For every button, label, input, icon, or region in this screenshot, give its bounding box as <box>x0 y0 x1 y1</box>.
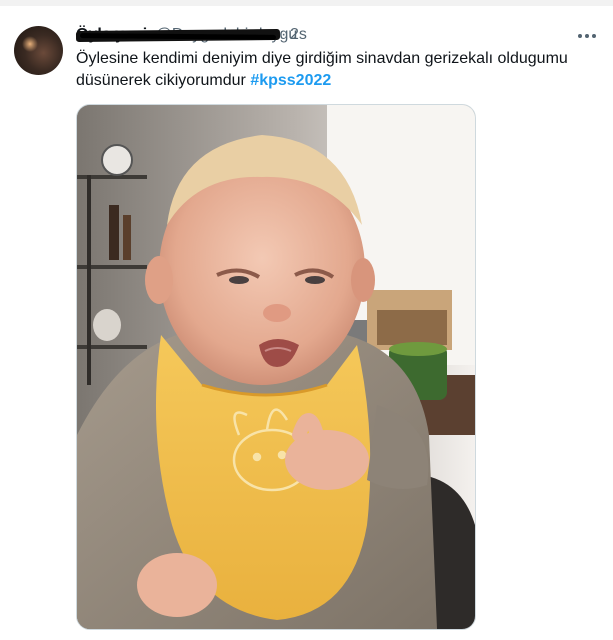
tweet-card[interactable]: Öyle yani @Duygudabirduygu · 2s Öylesine… <box>0 6 613 640</box>
timestamp[interactable]: 2s <box>290 24 307 46</box>
avatar[interactable] <box>14 26 63 75</box>
tweet-text: Öylesine kendimi deniyim diye girdiğim s… <box>76 48 576 92</box>
tweet-photo[interactable] <box>76 104 476 630</box>
separator-dot: · <box>281 26 287 43</box>
baby-photo-illustration <box>77 105 475 629</box>
hashtag-link[interactable]: #kpss2022 <box>250 72 331 89</box>
tweet-header: Öyle yani @Duygudabirduygu · 2s <box>75 24 526 46</box>
more-horizontal-icon[interactable] <box>576 26 598 46</box>
